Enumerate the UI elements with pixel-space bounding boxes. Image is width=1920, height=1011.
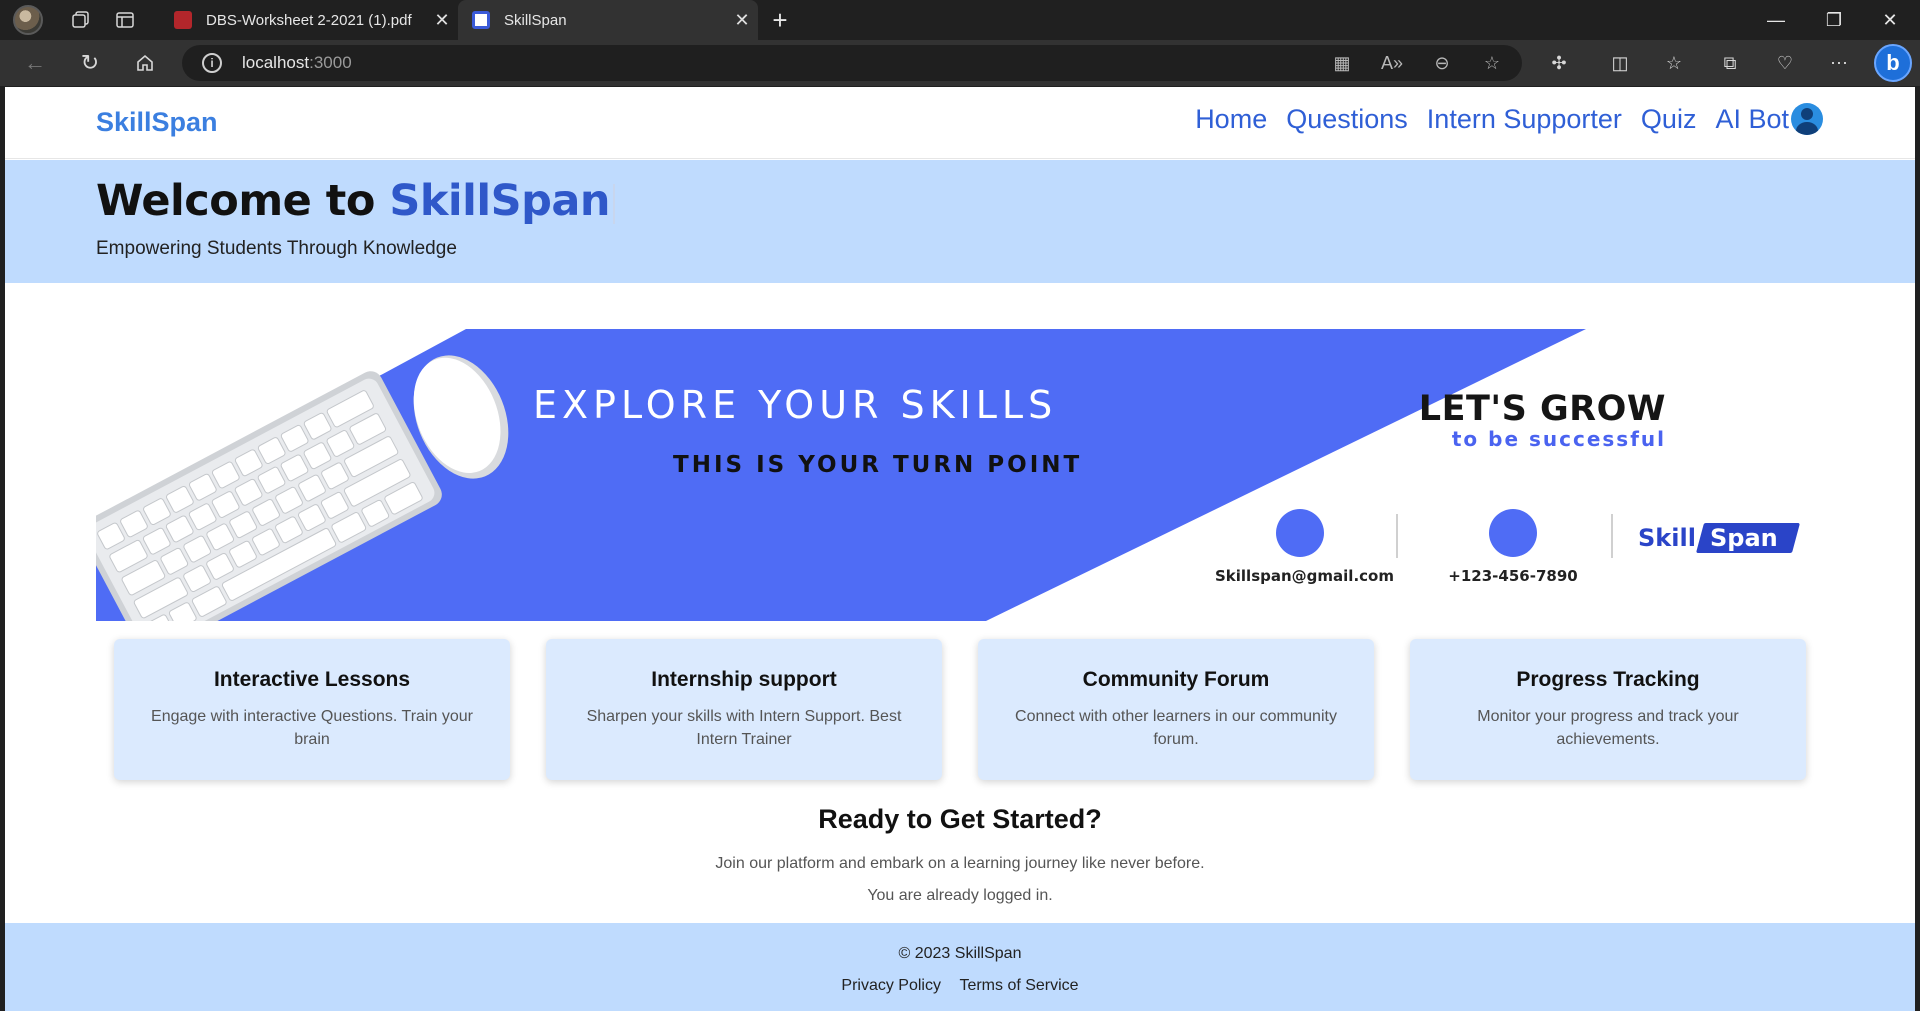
home-icon[interactable] [125,43,165,83]
phone-icon [1441,509,1537,557]
nav-questions[interactable]: Questions [1286,104,1408,135]
slogan-line-1: LET'S GROW [1418,389,1666,429]
collections-icon[interactable]: ⧉ [1712,46,1748,80]
page-title: Welcome to SkillSpan [96,176,616,226]
feature-card-internship-support[interactable]: Internship support Sharpen your skills w… [546,639,942,780]
close-icon[interactable]: ✕ [726,10,758,31]
split-screen-icon[interactable]: ◫ [1602,46,1638,80]
site-footer: © 2023 SkillSpan Privacy Policy Terms of… [5,923,1915,1011]
cta-heading: Ready to Get Started? [818,804,1102,834]
slogan-line-2: to be successful [1451,427,1666,451]
banner-slogan: LET'S GROW to be successful [1419,389,1666,451]
feature-title: Progress Tracking [1516,668,1700,691]
divider [1611,514,1613,558]
tab-title: DBS-Worksheet 2-2021 (1).pdf [206,11,412,29]
browser-essentials-icon[interactable]: ♡ [1767,46,1803,80]
feature-text: Sharpen your skills with Intern Support.… [586,708,902,748]
feature-card-community-forum[interactable]: Community Forum Connect with other learn… [978,639,1374,780]
site-info-icon[interactable]: i [202,53,222,73]
contact-phone: +123-456-7890 [1438,509,1588,585]
copyright-text: © 2023 SkillSpan [898,945,1022,962]
feature-text: Connect with other learners in our commu… [1015,708,1337,748]
nav-ai-bot[interactable]: AI Bot [1715,104,1789,135]
restore-button[interactable]: ❐ [1806,0,1862,40]
refresh-icon[interactable]: ↻ [70,43,110,83]
nav-intern-supporter[interactable]: Intern Supporter [1427,104,1622,135]
feature-card-interactive-lessons[interactable]: Interactive Lessons Engage with interact… [114,639,510,780]
nav-home[interactable]: Home [1195,104,1267,135]
nav-quiz[interactable]: Quiz [1641,104,1697,135]
feature-text: Engage with interactive Questions. Train… [151,708,473,748]
login-status-text: You are already logged in. [867,887,1053,904]
vertical-tabs-icon[interactable] [105,0,145,40]
zoom-out-icon[interactable]: ⊖ [1425,46,1459,80]
profile-avatar[interactable] [13,5,43,35]
footer-links: Privacy Policy Terms of Service [5,977,1915,995]
skillspan-logo: Skill Span [1638,523,1800,553]
more-options-icon[interactable]: ⋯ [1821,46,1857,80]
favorite-star-icon[interactable]: ☆ [1475,46,1509,80]
promo-banner: EXPLORE YOUR SKILLS THIS IS YOUR TURN PO… [96,329,1812,621]
close-window-button[interactable]: ✕ [1862,0,1918,40]
address-bar[interactable]: i localhost:3000 [182,45,1522,81]
site-brand[interactable]: SkillSpan [96,107,218,138]
tab-title: SkillSpan [504,11,567,29]
email-text: Skillspan@gmail.com [1215,567,1394,585]
banner-subline: THIS IS YOUR TURN POINT [673,452,1083,478]
pdf-icon [174,11,192,29]
tab-pdf[interactable]: DBS-Worksheet 2-2021 (1).pdf ✕ [160,0,458,40]
extensions-icon[interactable]: ✣ [1541,46,1577,80]
back-arrow-icon[interactable]: ← [15,43,55,83]
minimize-button[interactable]: — [1748,0,1804,40]
phone-text: +123-456-7890 [1448,567,1578,585]
close-icon[interactable]: ✕ [426,10,458,31]
tab-skillspan[interactable]: SkillSpan ✕ [458,0,758,40]
user-avatar-icon[interactable] [1791,103,1823,135]
nav-links: Home Questions Intern Supporter Quiz AI … [1176,103,1823,135]
feature-title: Internship support [651,668,837,691]
read-aloud-icon[interactable]: A» [1375,46,1409,80]
privacy-policy-link[interactable]: Privacy Policy [841,977,941,994]
hero-subtitle: Empowering Students Through Knowledge [96,238,457,259]
feature-card-progress-tracking[interactable]: Progress Tracking Monitor your progress … [1410,639,1806,780]
banner-headline: EXPLORE YOUR SKILLS [533,383,1058,427]
contact-email: Skillspan@gmail.com [1215,509,1394,585]
feature-title: Interactive Lessons [213,668,411,691]
site-navbar: SkillSpan Home Questions Intern Supporte… [5,87,1915,159]
page-viewport: SkillSpan Home Questions Intern Supporte… [5,87,1915,1011]
url-text: localhost:3000 [242,53,352,72]
mail-icon [1216,509,1324,557]
favorites-icon[interactable]: ☆ [1656,46,1692,80]
feature-text: Monitor your progress and track your ach… [1477,708,1739,748]
hero-section: Welcome to SkillSpan Empowering Students… [5,160,1915,283]
new-tab-button[interactable]: + [762,0,798,40]
copilot-icon[interactable]: b [1874,44,1912,82]
site-favicon-icon [472,11,490,29]
cta-description: Join our platform and embark on a learni… [715,855,1205,872]
terms-of-service-link[interactable]: Terms of Service [959,977,1078,994]
app-available-icon[interactable]: ▦ [1325,46,1359,80]
workspaces-icon[interactable] [61,0,101,40]
divider [1396,514,1398,558]
feature-title: Community Forum [1082,668,1270,691]
